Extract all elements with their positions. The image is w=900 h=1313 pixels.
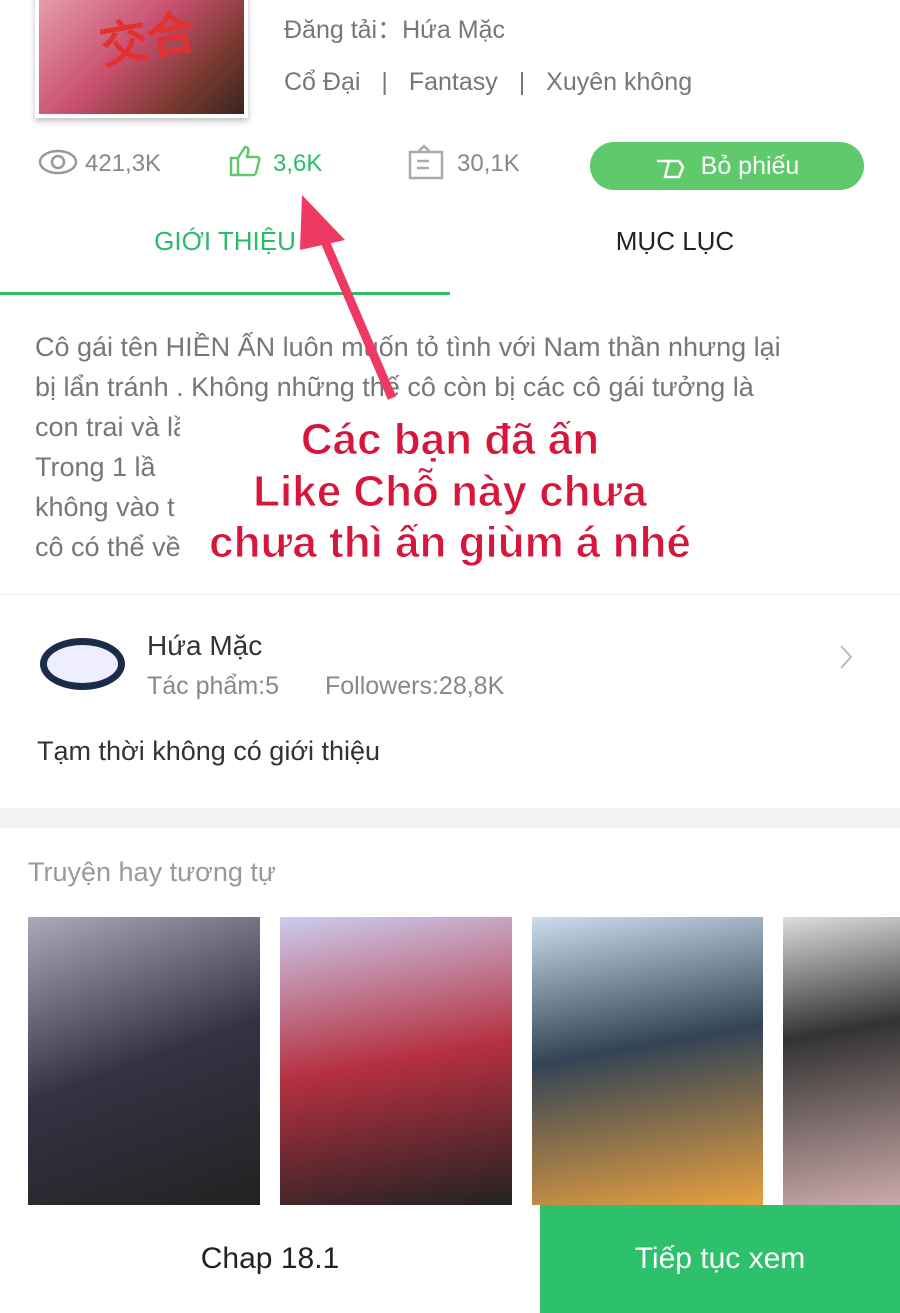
author-row[interactable]: Hứa Mặc Tác phẩm:5 Followers:28,8K: [0, 610, 900, 705]
divider: [0, 594, 900, 595]
similar-book-cover[interactable]: [532, 917, 763, 1205]
similar-book-cover[interactable]: [280, 917, 512, 1205]
similar-title: Truyện hay tương tự: [28, 857, 276, 887]
similar-book-cover[interactable]: [28, 917, 260, 1205]
author-followers: Followers:28,8K: [325, 672, 505, 700]
author-avatar: [40, 638, 125, 690]
continue-reading-button[interactable]: Tiếp tục xem: [540, 1205, 900, 1313]
author-works: Tác phẩm:5: [147, 672, 280, 700]
section-separator: [0, 808, 900, 828]
author-bio: Tạm thời không có giới thiệu: [37, 736, 381, 766]
chevron-right-icon: [840, 645, 853, 669]
similar-book-cover[interactable]: [783, 917, 900, 1205]
overlay-text: Các bạn đã ấn: [300, 415, 600, 465]
chapter-button[interactable]: Chap 18.1: [0, 1205, 540, 1313]
overlay-text: Like Chỗ này chưa: [253, 467, 648, 517]
overlay-text: chưa thì ấn giùm á nhé: [209, 518, 692, 568]
author-name: Hứa Mặc: [147, 630, 263, 661]
